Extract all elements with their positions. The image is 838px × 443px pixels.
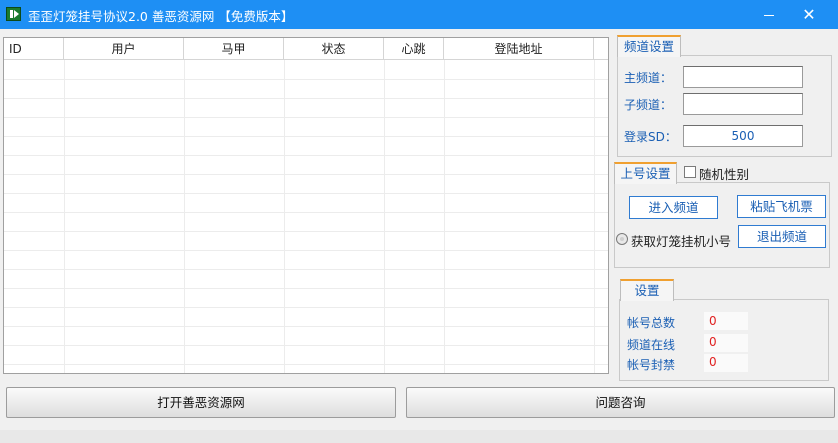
sub-channel-input[interactable] <box>683 93 803 115</box>
channel-online-value: 0 <box>709 335 717 349</box>
open-site-button[interactable]: 打开善恶资源网 <box>6 387 396 418</box>
column-header-heartbeat[interactable]: 心跳 <box>384 38 444 60</box>
login-sd-input[interactable]: 500 <box>683 125 803 147</box>
grid-line <box>4 79 608 80</box>
grid-line <box>4 288 608 289</box>
sub-channel-label: 子频道： <box>624 98 673 112</box>
login-sd-label: 登录SD： <box>624 130 677 144</box>
banned-accounts-label: 帐号封禁 <box>627 358 676 372</box>
title-bar: 歪歪灯笼挂号协议2.0 善恶资源网 【免费版本】 ✕ <box>0 0 838 29</box>
column-header-status[interactable]: 状态 <box>284 38 384 60</box>
tab-account-settings[interactable]: 上号设置 <box>614 162 677 184</box>
grid-line <box>4 326 608 327</box>
tab-settings[interactable]: 设置 <box>620 279 674 301</box>
grid-line <box>4 117 608 118</box>
column-header-user[interactable]: 用户 <box>64 38 184 60</box>
window-title: 歪歪灯笼挂号协议2.0 善恶资源网 【免费版本】 <box>28 9 294 24</box>
random-gender-checkbox[interactable] <box>684 166 696 178</box>
help-button[interactable]: 问题咨询 <box>406 387 835 418</box>
table-header: ID 用户 马甲 状态 心跳 登陆地址 <box>4 38 608 60</box>
enter-channel-button[interactable]: 进入频道 <box>629 196 718 219</box>
tab-channel-settings[interactable]: 频道设置 <box>617 35 681 57</box>
grid-line <box>4 193 608 194</box>
grid-line <box>4 345 608 346</box>
main-channel-input[interactable] <box>683 66 803 88</box>
random-gender-label[interactable]: 随机性别 <box>699 164 749 183</box>
channel-online-label: 频道在线 <box>627 338 676 352</box>
grid-line <box>4 136 608 137</box>
main-channel-label: 主频道： <box>624 71 673 85</box>
grid-line <box>4 250 608 251</box>
column-header-vest[interactable]: 马甲 <box>184 38 284 60</box>
grid-line <box>4 98 608 99</box>
grid-line <box>4 364 608 365</box>
total-accounts-value: 0 <box>709 314 717 328</box>
get-small-account-radio[interactable] <box>616 233 628 245</box>
close-button[interactable]: ✕ <box>790 0 828 29</box>
get-small-account-label[interactable]: 获取灯笼挂机小号 <box>631 231 731 250</box>
account-table[interactable]: ID 用户 马甲 状态 心跳 登陆地址 <box>3 37 609 374</box>
grid-line <box>4 174 608 175</box>
status-bar <box>0 430 838 443</box>
exit-channel-button[interactable]: 退出频道 <box>738 225 826 248</box>
column-header-login-address[interactable]: 登陆地址 <box>444 38 594 60</box>
grid-line <box>4 212 608 213</box>
banned-accounts-value: 0 <box>709 355 717 369</box>
total-accounts-label: 帐号总数 <box>627 316 676 330</box>
grid-line <box>4 231 608 232</box>
minimize-icon <box>764 15 774 16</box>
app-icon <box>6 7 21 21</box>
grid-line <box>4 307 608 308</box>
column-header-id[interactable]: ID <box>4 38 64 60</box>
grid-line <box>4 269 608 270</box>
close-icon: ✕ <box>802 5 816 24</box>
grid-line <box>4 155 608 156</box>
minimize-button[interactable] <box>750 0 788 29</box>
paste-ticket-button[interactable]: 粘贴飞机票 <box>737 195 826 218</box>
